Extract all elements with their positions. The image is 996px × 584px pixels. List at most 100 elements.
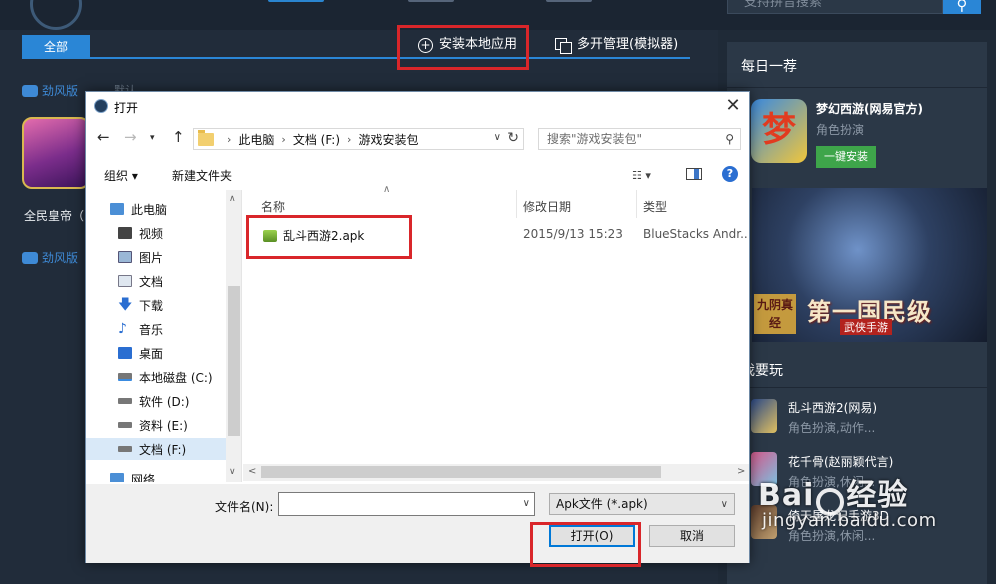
refresh-icon[interactable]: ↻ <box>507 130 519 146</box>
sort-up-icon: ∧ <box>383 184 391 195</box>
scroll-right-icon[interactable]: > <box>737 466 745 477</box>
divider <box>727 387 987 388</box>
back-arrow-icon[interactable]: ← <box>97 128 110 146</box>
chevron-right-icon[interactable]: › <box>347 133 351 146</box>
top-nav-active[interactable] <box>268 0 324 2</box>
nav-desktop[interactable]: 桌面 <box>86 342 226 364</box>
search-icon[interactable]: ⚲ <box>943 0 981 14</box>
recent-locations-icon[interactable]: ▾ <box>150 133 155 143</box>
nav-label: 此电脑 <box>131 202 168 217</box>
address-bar[interactable]: › 此电脑 › 文档 (F:) › 游戏安装包 ∨ ↻ <box>193 128 524 150</box>
nav-label: 软件 (D:) <box>139 394 190 409</box>
computer-icon <box>110 203 124 215</box>
multi-manage-button[interactable]: 多开管理(模拟器) <box>555 34 678 56</box>
nav-downloads[interactable]: 🡇 下载 <box>86 294 226 316</box>
drive-icon <box>118 446 132 452</box>
view-options-icon[interactable]: ☷ ▾ <box>632 169 651 182</box>
play-game-name[interactable]: 乱斗西游2(网易) <box>788 399 877 416</box>
game-icon-menghuan[interactable]: 梦 <box>751 99 807 163</box>
divider <box>727 87 987 88</box>
top-nav-item[interactable] <box>408 0 454 2</box>
gamepad-icon <box>22 251 38 264</box>
top-nav-item[interactable] <box>546 0 592 2</box>
file-type-select[interactable]: Apk文件 (*.apk) ∨ <box>549 493 735 515</box>
filename-input[interactable]: ∨ <box>278 492 535 516</box>
nav-label: 文档 <box>139 274 164 289</box>
chevron-down-icon[interactable]: ∨ <box>523 498 530 509</box>
game-name[interactable]: 全民皇帝（ <box>24 207 84 224</box>
preview-pane-icon[interactable] <box>686 168 702 180</box>
horizontal-scrollbar[interactable]: < > <box>243 464 749 481</box>
chevron-right-icon[interactable]: › <box>281 133 285 146</box>
cancel-button[interactable]: 取消 <box>649 525 735 547</box>
column-type[interactable]: 类型 <box>637 190 749 218</box>
nav-this-pc[interactable]: 此电脑 <box>86 198 226 220</box>
nav-label: 本地磁盘 (C:) <box>139 370 213 385</box>
multi-manage-label: 多开管理(模拟器) <box>577 37 679 52</box>
game-thumbnail[interactable] <box>22 117 90 189</box>
column-modified[interactable]: 修改日期 <box>517 190 637 218</box>
promo-banner[interactable]: 九阴真经 第一国民级 武侠手游 <box>752 188 987 342</box>
help-icon[interactable]: ? <box>722 166 738 182</box>
up-arrow-icon[interactable]: ↑ <box>172 128 185 146</box>
game-icon[interactable] <box>751 399 777 433</box>
nav-label: 视频 <box>139 226 164 241</box>
play-game-category: 角色扮演,动作... <box>788 421 876 435</box>
nav-music[interactable]: ♪ 音乐 <box>86 318 226 340</box>
forward-arrow-icon[interactable]: → <box>124 128 137 146</box>
nav-pictures[interactable]: 图片 <box>86 246 226 268</box>
new-folder-button[interactable]: 新建文件夹 <box>172 167 232 184</box>
folder-search-input[interactable]: 搜索"游戏安装包" ⚲ <box>538 128 741 150</box>
organize-menu[interactable]: 组织 ▾ <box>104 167 138 184</box>
scrollbar-thumb[interactable] <box>228 286 240 436</box>
nav-documents[interactable]: 文档 <box>86 270 226 292</box>
chevron-down-icon[interactable]: ∨ <box>494 132 501 143</box>
folder-icon <box>198 129 214 146</box>
chevron-right-icon[interactable]: › <box>227 133 231 146</box>
one-click-install-button[interactable]: 一键安装 <box>816 146 876 168</box>
breadcrumb-drive-f[interactable]: 文档 (F:) <box>293 131 340 148</box>
pictures-icon <box>118 251 132 263</box>
nav-videos[interactable]: 视频 <box>86 222 226 244</box>
scroll-up-icon[interactable]: ∧ <box>229 194 236 204</box>
document-icon <box>118 275 132 287</box>
file-modified: 2015/9/13 15:23 <box>523 227 623 241</box>
file-type-value: Apk文件 (*.apk) <box>556 497 648 511</box>
scrollbar-thumb[interactable] <box>261 466 661 478</box>
scroll-down-icon[interactable]: ∨ <box>229 467 236 477</box>
open-file-dialog: 打开 ✕ ← → ▾ ↑ › 此电脑 › 文档 (F:) › 游戏安装包 ∨ ↻… <box>85 91 750 563</box>
tab-all[interactable]: 全部 <box>22 35 90 59</box>
nav-drive-d[interactable]: 软件 (D:) <box>86 390 226 412</box>
dialog-footer: 文件名(N): ∨ Apk文件 (*.apk) ∨ 打开(O) 取消 <box>86 484 749 563</box>
nav-drive-c[interactable]: 本地磁盘 (C:) <box>86 366 226 388</box>
network-icon <box>110 473 124 482</box>
breadcrumb-this-pc[interactable]: 此电脑 <box>238 131 274 148</box>
nav-scrollbar[interactable]: ∧ ∨ <box>226 190 241 482</box>
nav-network[interactable]: 网络 <box>86 468 226 482</box>
watermark-text: Bai <box>758 478 815 513</box>
filename-label: 文件名(N): <box>215 500 274 514</box>
app-logo[interactable] <box>30 0 82 30</box>
highlight-apk-file <box>246 215 412 259</box>
nav-drive-e[interactable]: 资料 (E:) <box>86 414 226 436</box>
breadcrumb-game-folder[interactable]: 游戏安装包 <box>358 131 418 148</box>
play-game-name[interactable]: 花千骨(赵丽颖代言) <box>788 453 893 470</box>
dialog-titlebar[interactable]: 打开 ✕ <box>86 92 749 122</box>
file-type: BlueStacks Andr... <box>643 227 747 241</box>
scroll-left-icon[interactable]: < <box>248 466 256 477</box>
drive-icon <box>118 398 132 404</box>
app-search-input[interactable]: 支持拼音搜索 <box>727 0 943 14</box>
search-icon[interactable]: ⚲ <box>725 132 734 146</box>
music-note-icon: ♪ <box>118 321 127 337</box>
close-icon[interactable]: ✕ <box>722 95 744 117</box>
rec-game-name[interactable]: 梦幻西游(网易官方) <box>816 100 923 117</box>
navigation-pane: 此电脑 视频 图片 文档 🡇 下载 ♪ 音乐 桌面 本地磁盘 (C:) 软件 (… <box>86 190 242 482</box>
brand-tag: 劲风版 <box>22 249 78 266</box>
highlight-install-local <box>397 25 529 70</box>
banner-subtitle: 武侠手游 <box>840 319 892 335</box>
column-name[interactable]: ∧ 名称 <box>243 184 517 218</box>
highlight-open-button <box>530 522 641 567</box>
brand-tag: 劲风版 <box>22 82 78 99</box>
nav-drive-f[interactable]: 文档 (F:) <box>86 438 226 460</box>
brand-tag-label: 劲风版 <box>42 84 79 98</box>
